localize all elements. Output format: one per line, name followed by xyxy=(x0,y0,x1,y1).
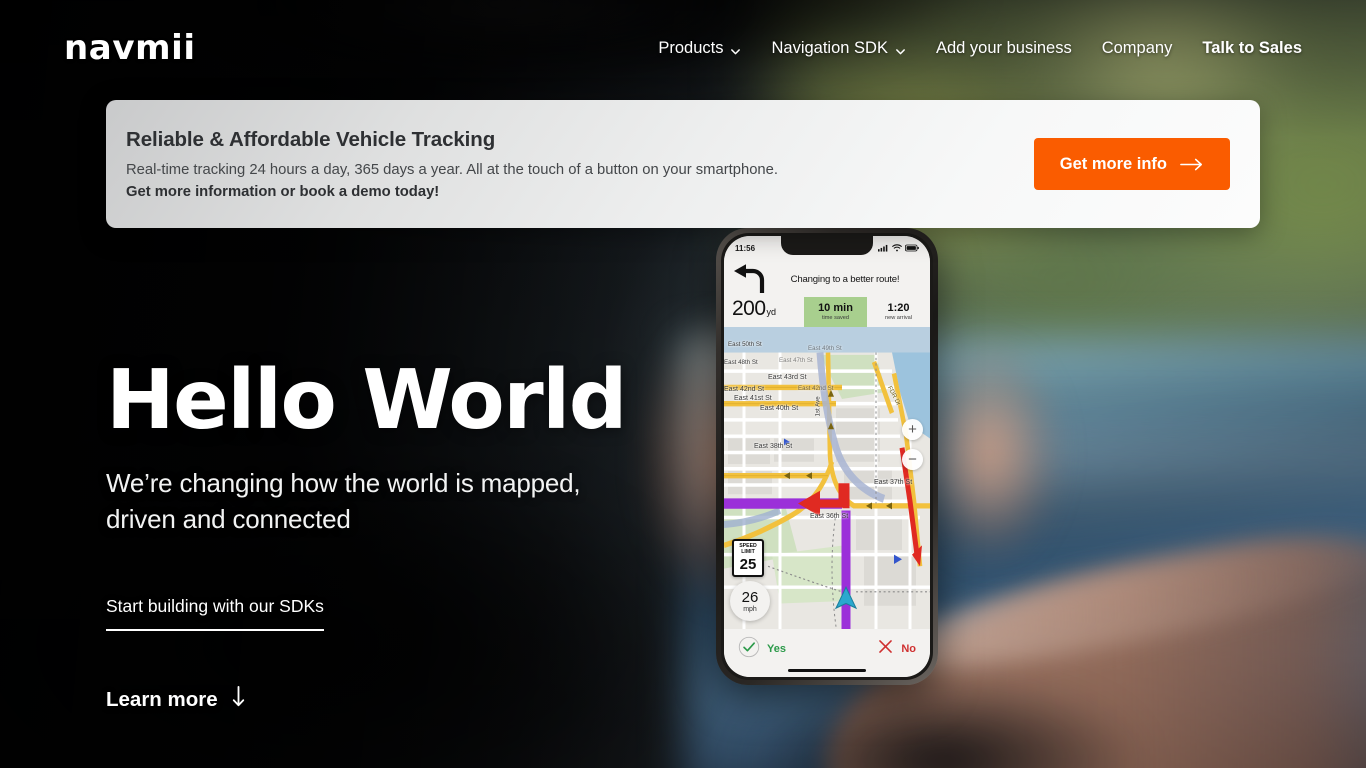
accept-route-label: Yes xyxy=(767,643,786,655)
current-speed-value: 26 xyxy=(741,588,759,606)
promo-banner-title: Reliable & Affordable Vehicle Tracking xyxy=(126,128,496,151)
nav-item-add-your-business[interactable]: Add your business xyxy=(936,39,1072,58)
speed-limit-value: 25 xyxy=(739,555,757,573)
page-root: navmii Products Navigation SDK Add your … xyxy=(0,0,1366,768)
distance-value: 200 xyxy=(732,297,766,320)
learn-more-label: Learn more xyxy=(106,688,218,711)
chevron-down-icon xyxy=(895,43,906,54)
time-saved-label: time saved xyxy=(821,315,850,322)
current-speed-unit: mph xyxy=(743,605,757,613)
arrow-right-icon xyxy=(1180,158,1204,171)
nav-label: Talk to Sales xyxy=(1202,38,1302,57)
phone-notch xyxy=(781,236,873,255)
route-change-message: Changing to a better route! xyxy=(790,273,900,285)
distance-to-turn: 200 yd xyxy=(724,297,804,327)
promo-banner: Reliable & Affordable Vehicle Tracking R… xyxy=(106,100,1260,228)
new-arrival-cell: 1:20 new arrival xyxy=(867,297,930,327)
start-building-sdk-link[interactable]: Start building with our SDKs xyxy=(106,596,324,631)
home-indicator xyxy=(788,668,866,672)
accept-route-button[interactable]: Yes xyxy=(738,636,786,663)
map-view[interactable]: East 50th St East 49th St East 48th St E… xyxy=(724,327,930,629)
phone-nav-header: Changing to a better route! 200 yd 10 mi… xyxy=(724,260,930,327)
navmii-logo[interactable]: navmii xyxy=(64,31,196,65)
nav-label: Company xyxy=(1101,38,1173,57)
route-confirm-bar: Yes No xyxy=(724,629,930,677)
decline-route-button[interactable]: No xyxy=(877,638,916,660)
eta-strip: 200 yd 10 min time saved 1:20 new arriva… xyxy=(724,297,930,327)
map-zoom-in-button[interactable]: + xyxy=(902,419,923,440)
turn-left-arrow-icon xyxy=(732,263,766,295)
current-speed-indicator: 26 mph xyxy=(730,581,770,621)
promo-banner-subcta: Get more information or book a demo toda… xyxy=(126,184,440,200)
nav-item-products[interactable]: Products xyxy=(658,39,741,58)
map-zoom-out-button[interactable]: − xyxy=(902,449,923,470)
maneuver-row: Changing to a better route! xyxy=(724,260,930,297)
phone-bezel: 11:56 Changing to a better route! 200 yd… xyxy=(721,233,933,680)
nav-label: Add your business xyxy=(935,38,1072,57)
learn-more-button[interactable]: Learn more xyxy=(106,686,245,714)
wifi-icon xyxy=(892,244,902,252)
chevron-down-icon xyxy=(730,43,741,54)
get-more-info-button[interactable]: Get more info xyxy=(1033,138,1230,190)
promo-banner-description: Real-time tracking 24 hours a day, 365 d… xyxy=(126,162,778,178)
battery-icon xyxy=(905,244,919,252)
phone-screen: 11:56 Changing to a better route! 200 yd… xyxy=(724,236,930,677)
status-time: 11:56 xyxy=(735,243,756,253)
time-saved-value: 10 min xyxy=(818,301,853,314)
phone-mockup: 11:56 Changing to a better route! 200 yd… xyxy=(716,228,938,685)
nav-item-talk-to-sales[interactable]: Talk to Sales xyxy=(1202,39,1302,58)
hero-section: Hello World We’re changing how the world… xyxy=(106,360,706,538)
distance-unit: yd xyxy=(766,307,777,317)
check-circle-icon xyxy=(738,636,760,663)
nav-label: Products xyxy=(658,38,724,57)
decline-route-label: No xyxy=(901,643,916,655)
cta-label: Get more info xyxy=(1059,154,1167,173)
arrival-value: 1:20 xyxy=(887,301,910,314)
close-x-icon xyxy=(877,638,894,660)
time-saved-cell: 10 min time saved xyxy=(804,297,867,327)
speed-limit-sign: SPEED LIMIT 25 xyxy=(732,539,764,577)
arrival-label: new arrival xyxy=(884,315,913,322)
site-header: navmii Products Navigation SDK Add your … xyxy=(0,0,1366,96)
status-icons xyxy=(878,244,919,252)
nav-item-company[interactable]: Company xyxy=(1102,39,1173,58)
arrow-down-icon xyxy=(232,686,245,714)
hero-subtitle: We’re changing how the world is mapped, … xyxy=(106,468,581,534)
cellular-signal-icon xyxy=(878,244,889,252)
promo-banner-text: Reliable & Affordable Vehicle Tracking R… xyxy=(126,128,1034,200)
nav-label: Navigation SDK xyxy=(771,38,888,57)
main-navigation: Products Navigation SDK Add your busines… xyxy=(658,39,1302,58)
nav-item-navigation-sdk[interactable]: Navigation SDK xyxy=(771,39,905,58)
hero-title: Hello World xyxy=(106,353,627,448)
